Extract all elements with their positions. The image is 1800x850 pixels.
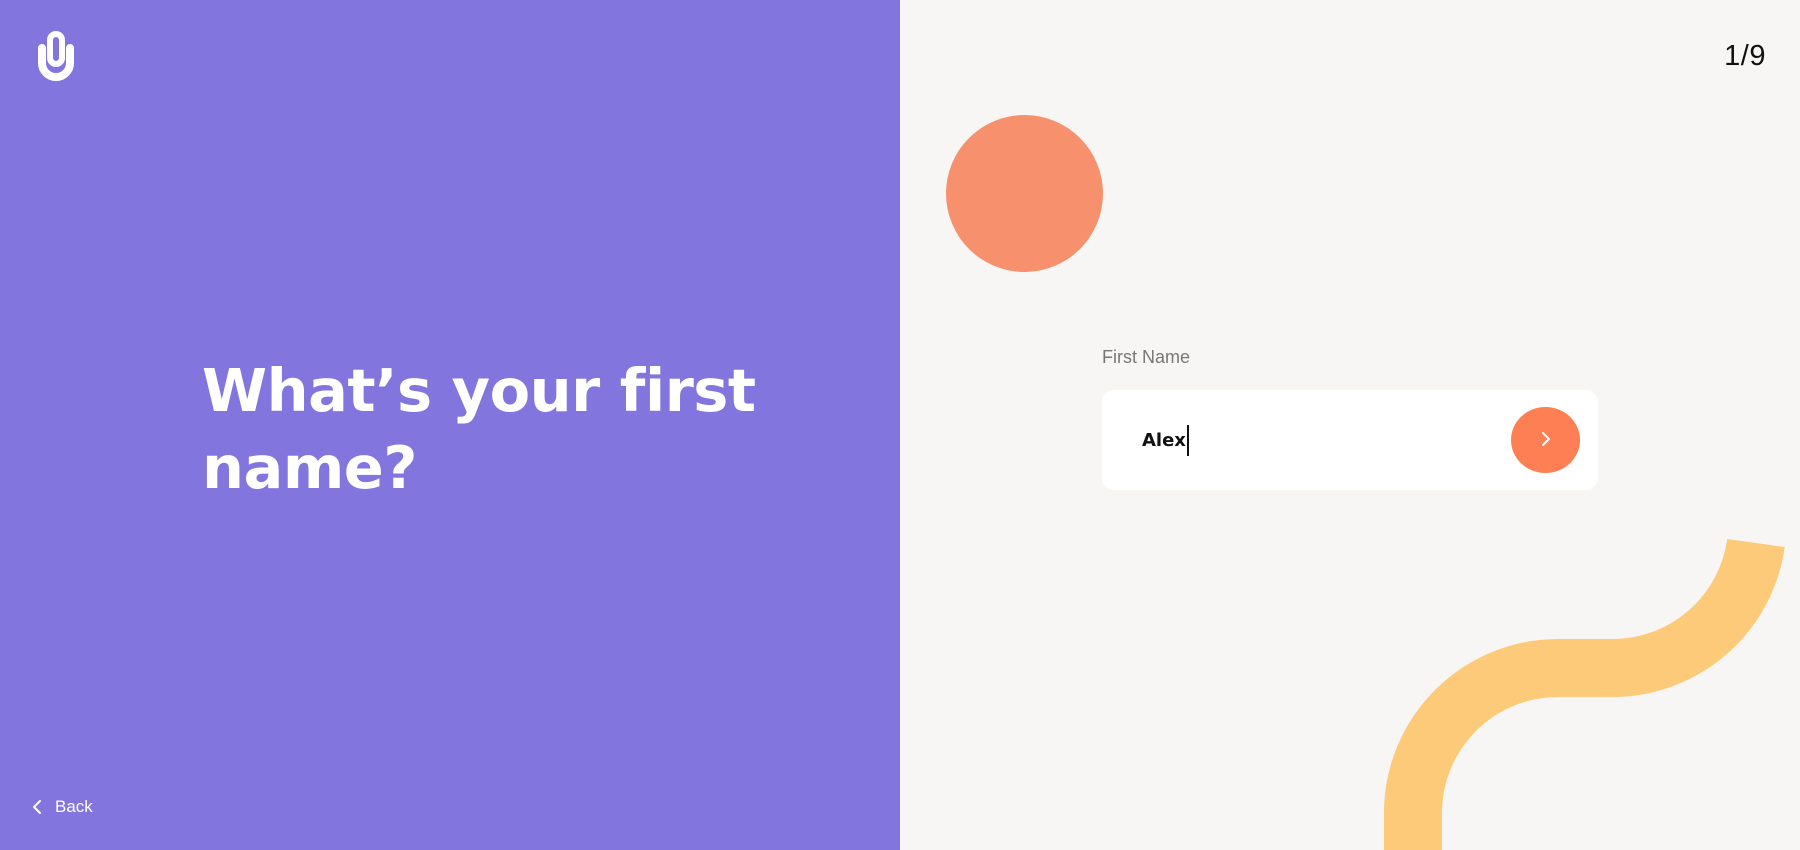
text-cursor — [1187, 425, 1189, 456]
left-panel: What’s your first name? Back — [0, 0, 900, 850]
chevron-left-icon — [32, 799, 42, 815]
first-name-input[interactable] — [1142, 420, 1502, 460]
question-title: What’s your first name? — [202, 356, 756, 502]
right-panel: 1/9 First Name — [900, 0, 1800, 850]
padlock-logo-icon[interactable] — [34, 30, 78, 82]
back-label: Back — [55, 797, 93, 816]
first-name-label: First Name — [1102, 347, 1191, 367]
next-button[interactable] — [1511, 407, 1580, 473]
chevron-right-icon — [1541, 431, 1551, 450]
back-button[interactable]: Back — [32, 797, 93, 817]
first-name-card — [1102, 390, 1598, 490]
